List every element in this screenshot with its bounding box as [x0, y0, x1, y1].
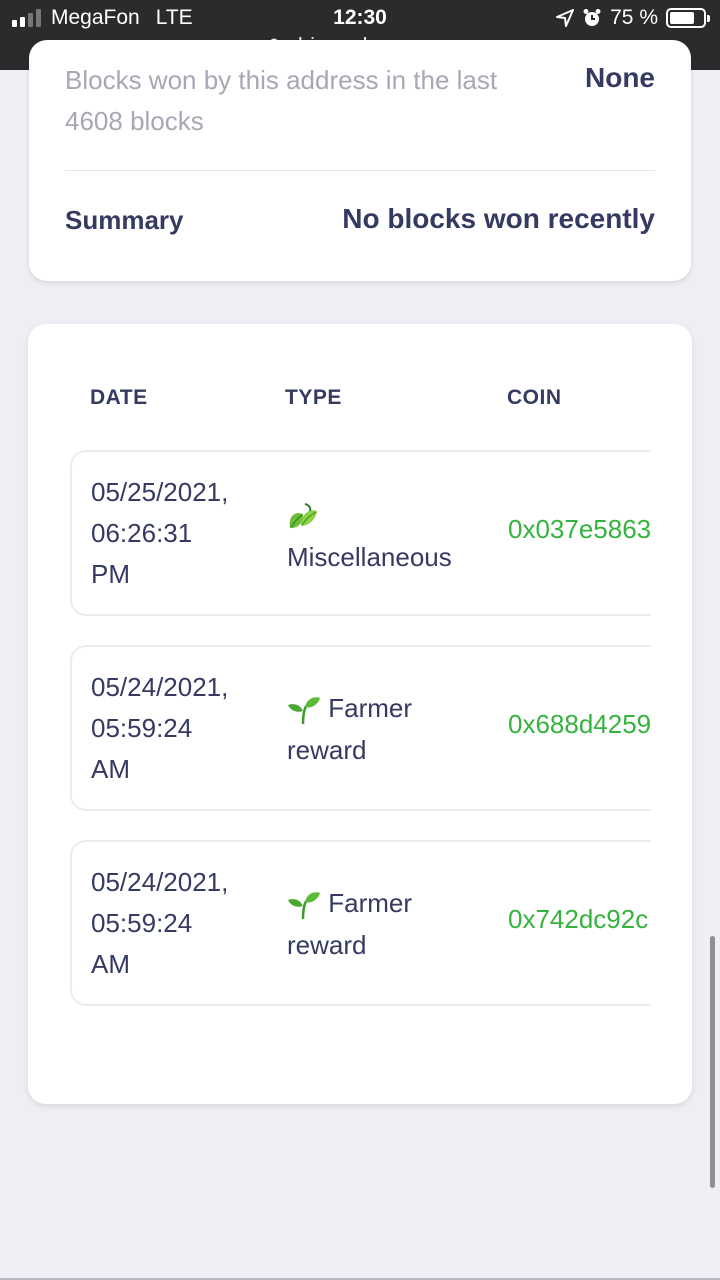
time-text: 05:59:24: [91, 713, 193, 743]
time-text: 05:59:24: [91, 908, 193, 938]
battery-percent: 75 %: [610, 6, 658, 29]
divider: [65, 170, 655, 171]
type-label-line2: reward: [287, 930, 367, 960]
date-text: 05/24/2021,: [91, 672, 229, 702]
type-cell: Farmer reward: [287, 882, 487, 966]
type-label-line1: Farmer: [328, 693, 413, 723]
coin-link[interactable]: 0x742dc92c: [508, 904, 648, 935]
blocks-won-label: Blocks won by this address in the last 4…: [65, 65, 498, 136]
battery-icon: [666, 8, 710, 28]
type-cell: Miscellaneous: [287, 494, 487, 578]
table-row[interactable]: 05/24/2021, 05:59:24 AM Farmer reward 0x…: [70, 645, 651, 811]
summary-label: Summary: [65, 205, 184, 235]
meridiem-text: AM: [91, 754, 130, 784]
date-text: 05/25/2021,: [91, 477, 229, 507]
column-header-type[interactable]: TYPE: [285, 386, 342, 410]
meridiem-text: PM: [91, 559, 130, 589]
farmer-summary-card: Blocks won by this address in the last 4…: [29, 40, 691, 281]
leaves-icon: [289, 503, 317, 529]
column-header-coin[interactable]: COIN: [507, 386, 562, 410]
date-text: 05/24/2021,: [91, 867, 229, 897]
type-label-line2: reward: [287, 735, 367, 765]
date-cell: 05/25/2021, 06:26:31 PM: [91, 472, 271, 595]
table-row[interactable]: 05/24/2021, 05:59:24 AM Farmer reward 0x…: [70, 840, 651, 1006]
blocks-won-value: None: [585, 62, 655, 93]
seedling-icon: [288, 892, 320, 920]
transactions-card: DATE TYPE COIN 05/25/2021, 06:26:31 PM M…: [28, 324, 692, 1104]
time-text: 06:26:31: [91, 518, 193, 548]
column-header-date[interactable]: DATE: [90, 386, 148, 410]
page-scrollbar[interactable]: [710, 936, 715, 1188]
table-row[interactable]: 05/25/2021, 06:26:31 PM Miscellaneous 0x…: [70, 450, 651, 616]
type-label-line1: Farmer: [328, 888, 413, 918]
coin-link[interactable]: 0x688d4259: [508, 709, 651, 740]
transactions-table[interactable]: 05/25/2021, 06:26:31 PM Miscellaneous 0x…: [70, 450, 651, 1010]
date-cell: 05/24/2021, 05:59:24 AM: [91, 862, 271, 985]
date-cell: 05/24/2021, 05:59:24 AM: [91, 667, 271, 790]
type-cell: Farmer reward: [287, 687, 487, 771]
status-right: 75 %: [556, 6, 710, 30]
type-label-line2: Miscellaneous: [287, 542, 452, 572]
summary-value: No blocks won recently: [342, 203, 655, 234]
seedling-icon: [288, 697, 320, 725]
meridiem-text: AM: [91, 949, 130, 979]
location-arrow-icon: [556, 9, 575, 27]
coin-link[interactable]: 0x037e5863: [508, 514, 651, 545]
alarm-clock-icon: [583, 9, 601, 26]
